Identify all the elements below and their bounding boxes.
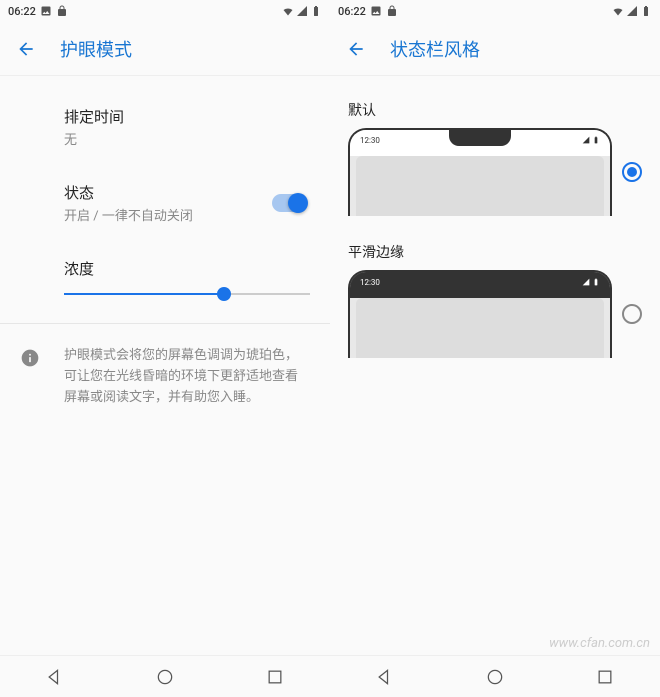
preview-default: 12:30 (348, 128, 612, 216)
signal-icon (296, 5, 308, 17)
picture-icon (40, 5, 52, 17)
status-setting: 状态 开启 / 一律不自动关闭 (0, 172, 330, 234)
battery-icon (310, 5, 322, 17)
status-value: 开启 / 一律不自动关闭 (64, 205, 193, 224)
status-time: 06:22 (8, 5, 36, 18)
signal-icon (582, 136, 590, 144)
wifi-icon (612, 5, 624, 17)
info-text: 护眼模式会将您的屏幕色调调为琥珀色，可让您在光线昏暗的环境下更舒适地查看屏幕或阅… (64, 346, 310, 408)
intensity-setting: 浓度 (0, 248, 330, 305)
nav-home-icon[interactable] (485, 667, 505, 687)
option-default: 默认 12:30 (330, 96, 660, 238)
schedule-label: 排定时间 (64, 106, 310, 127)
watermark: www.cfan.com.cn (549, 636, 650, 651)
header: 状态栏风格 (330, 22, 660, 76)
status-bar: 06:22 (0, 0, 330, 22)
nav-bar (330, 655, 660, 697)
lock-icon (56, 5, 68, 17)
option-label: 默认 (348, 100, 642, 120)
battery-icon (592, 136, 600, 144)
radio-default[interactable] (622, 162, 642, 182)
signal-icon (626, 5, 638, 17)
radio-smooth[interactable] (622, 304, 642, 324)
option-row[interactable]: 12:30 (348, 128, 642, 216)
panel-statusbar-style: 06:22 状态栏风格 默认 12:30 (330, 0, 660, 697)
preview-time: 12:30 (360, 278, 380, 287)
notch-icon (449, 130, 511, 146)
slider-fill (64, 293, 224, 295)
signal-icon (582, 278, 590, 286)
option-label: 平滑边缘 (348, 242, 642, 262)
nav-bar (0, 655, 330, 697)
option-smooth: 平滑边缘 12:30 (330, 238, 660, 380)
divider (0, 323, 330, 324)
lock-icon (386, 5, 398, 17)
status-toggle[interactable] (272, 194, 306, 212)
battery-icon (592, 278, 600, 286)
preview-smooth: 12:30 (348, 270, 612, 358)
intensity-slider[interactable] (64, 293, 310, 295)
preview-time: 12:30 (360, 136, 380, 145)
schedule-setting[interactable]: 排定时间 无 (0, 96, 330, 158)
nav-back-icon[interactable] (375, 667, 395, 687)
battery-icon (640, 5, 652, 17)
status-bar: 06:22 (330, 0, 660, 22)
slider-thumb[interactable] (217, 287, 231, 301)
picture-icon (370, 5, 382, 17)
nav-recent-icon[interactable] (595, 667, 615, 687)
page-title: 状态栏风格 (390, 36, 480, 62)
panel-eye-comfort: 06:22 护眼模式 排定时间 无 状态 开启 / 一律不自动关闭 (0, 0, 330, 697)
page-title: 护眼模式 (60, 36, 132, 62)
schedule-value: 无 (64, 129, 310, 148)
info-icon (20, 348, 40, 368)
info-row: 护眼模式会将您的屏幕色调调为琥珀色，可让您在光线昏暗的环境下更舒适地查看屏幕或阅… (0, 342, 330, 408)
intensity-label: 浓度 (64, 258, 310, 279)
header: 护眼模式 (0, 22, 330, 76)
nav-back-icon[interactable] (45, 667, 65, 687)
status-time: 06:22 (338, 5, 366, 18)
option-row[interactable]: 12:30 (348, 270, 642, 358)
back-icon[interactable] (16, 39, 36, 59)
toggle-knob (288, 193, 308, 213)
content-area: 排定时间 无 状态 开启 / 一律不自动关闭 浓度 护眼模 (0, 76, 330, 655)
nav-home-icon[interactable] (155, 667, 175, 687)
content-area: 默认 12:30 平滑边缘 (330, 76, 660, 655)
status-label: 状态 (64, 182, 193, 203)
back-icon[interactable] (346, 39, 366, 59)
nav-recent-icon[interactable] (265, 667, 285, 687)
wifi-icon (282, 5, 294, 17)
